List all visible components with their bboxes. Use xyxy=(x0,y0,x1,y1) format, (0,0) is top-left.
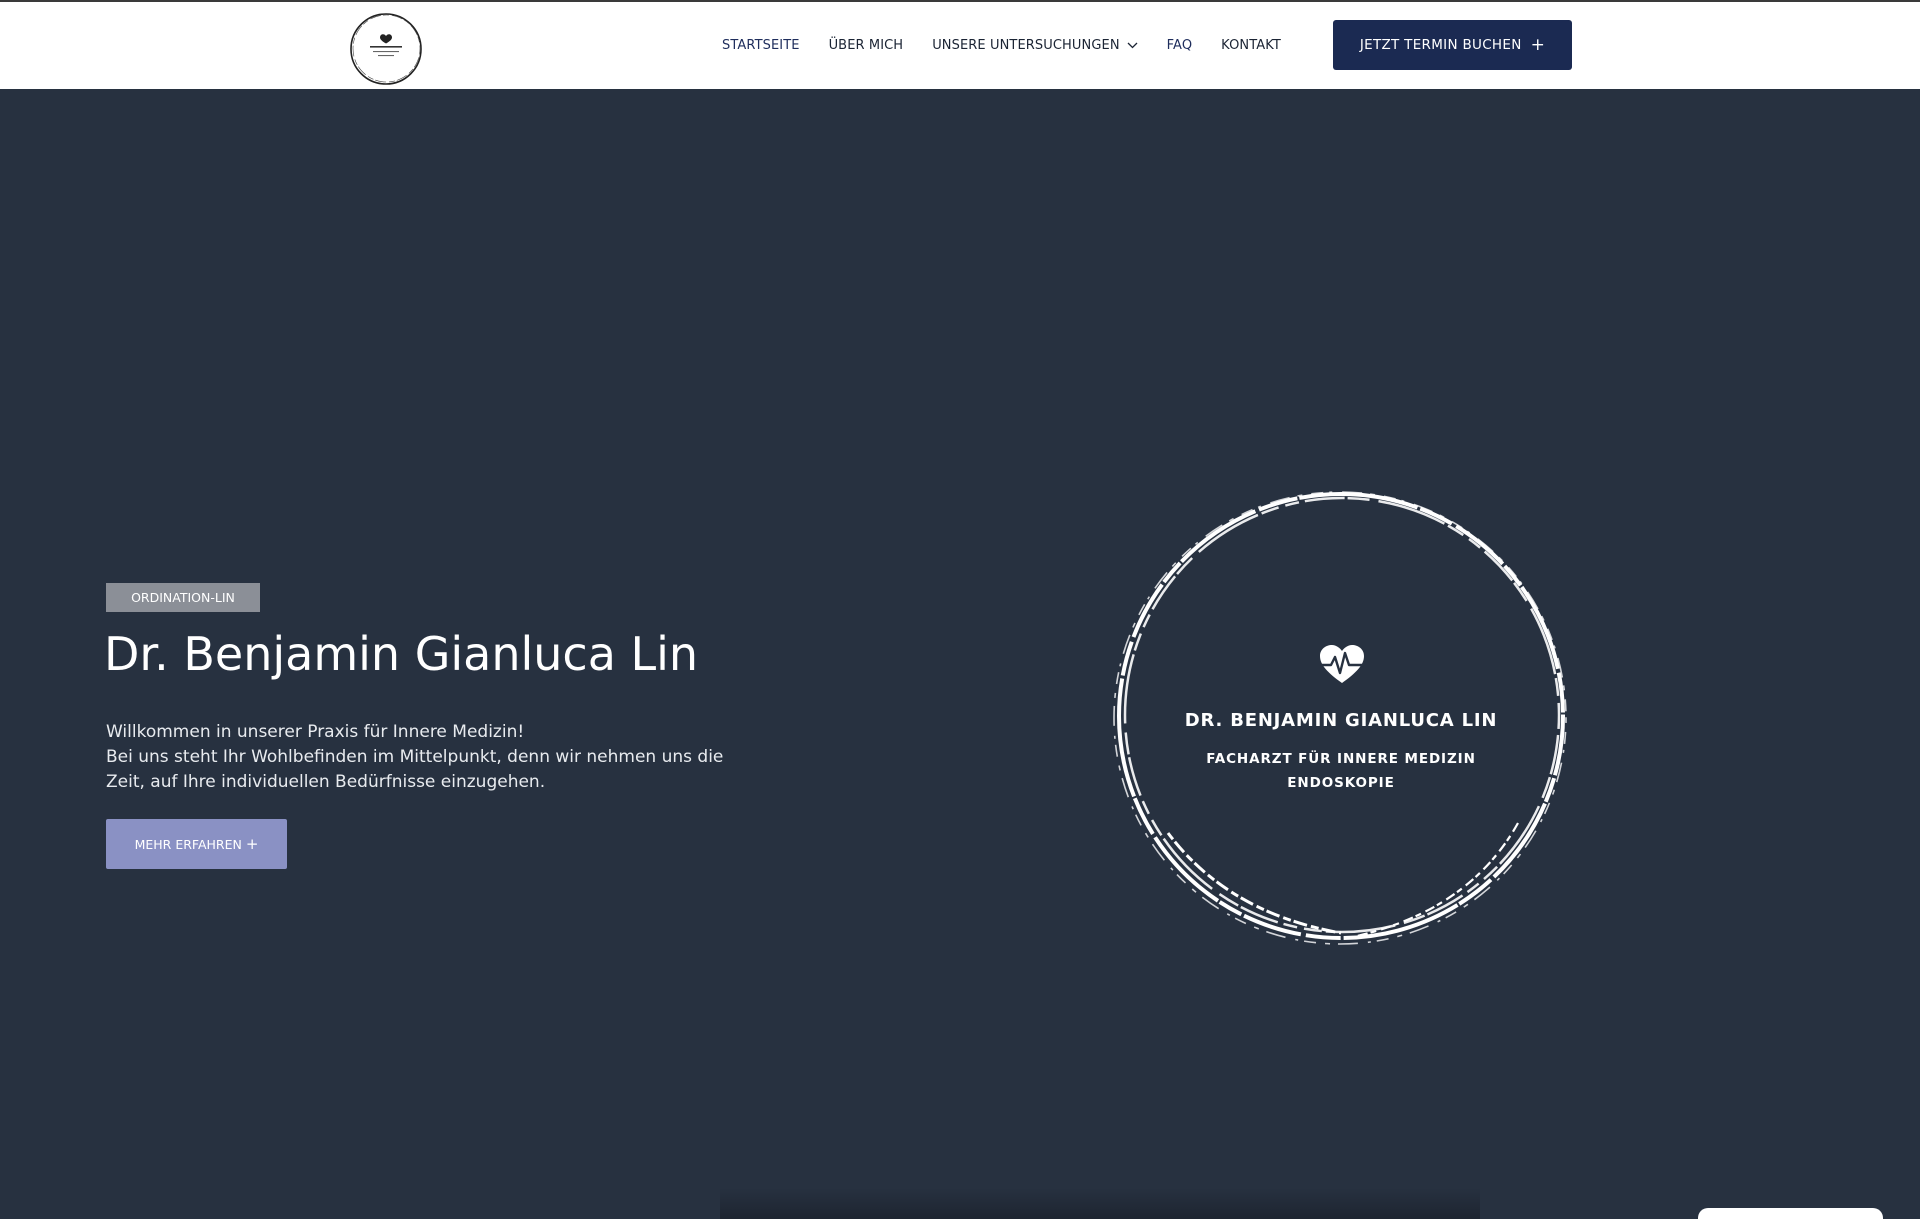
hero-text-line: Zeit, auf Ihre individuellen Bedürfnisse… xyxy=(106,772,546,792)
plus-icon: + xyxy=(245,834,259,853)
plus-icon: + xyxy=(1530,34,1546,55)
heart-pulse-icon xyxy=(1318,645,1366,685)
header-logo[interactable] xyxy=(348,11,424,87)
emblem-doctor-name: DR. BENJAMIN GIANLUCA LIN xyxy=(1184,710,1498,731)
hero-text-line: Bei uns steht Ihr Wohlbefinden im Mittel… xyxy=(106,747,724,767)
nav-unsere-untersuchungen-label: UNSERE UNTERSUCHUNGEN xyxy=(932,38,1120,53)
emblem-subtitle: FACHARZT FÜR INNERE MEDIZIN ENDOSKOPIE xyxy=(1108,747,1574,795)
learn-more-label: MEHR ERFAHREN xyxy=(134,836,242,852)
nav-unsere-untersuchungen[interactable]: UNSERE UNTERSUCHUNGEN xyxy=(932,38,1138,53)
site-header: STARTSEITE ÜBER MICH UNSERE UNTERSUCHUNG… xyxy=(0,2,1920,89)
main-navigation: STARTSEITE ÜBER MICH UNSERE UNTERSUCHUNG… xyxy=(722,2,1281,89)
nav-startseite[interactable]: STARTSEITE xyxy=(722,38,800,53)
nav-kontakt[interactable]: KONTAKT xyxy=(1221,38,1281,53)
logo-circle-icon xyxy=(350,13,422,85)
learn-more-button[interactable]: MEHR ERFAHREN + xyxy=(106,819,287,869)
chevron-down-icon xyxy=(1127,42,1138,49)
hero-intro-text: Willkommen in unserer Praxis für Innere … xyxy=(106,720,786,795)
section-shadow xyxy=(720,1188,1480,1219)
practice-emblem: DR. BENJAMIN GIANLUCA LIN FACHARZT FÜR I… xyxy=(1108,483,1574,949)
book-appointment-button[interactable]: JETZT TERMIN BUCHEN + xyxy=(1333,20,1572,70)
hero-title: Dr. Benjamin Gianluca Lin xyxy=(104,627,699,681)
hero-tag: ORDINATION-LIN xyxy=(106,583,260,612)
emblem-subtitle-line: FACHARZT FÜR INNERE MEDIZIN xyxy=(1206,751,1476,767)
nav-faq[interactable]: FAQ xyxy=(1167,38,1192,53)
book-appointment-label: JETZT TERMIN BUCHEN xyxy=(1359,37,1522,53)
emblem-subtitle-line: ENDOSKOPIE xyxy=(1287,775,1395,791)
chat-widget-tab[interactable] xyxy=(1698,1208,1883,1219)
hero-text-line: Willkommen in unserer Praxis für Innere … xyxy=(106,722,525,742)
nav-ueber-mich[interactable]: ÜBER MICH xyxy=(829,38,904,53)
